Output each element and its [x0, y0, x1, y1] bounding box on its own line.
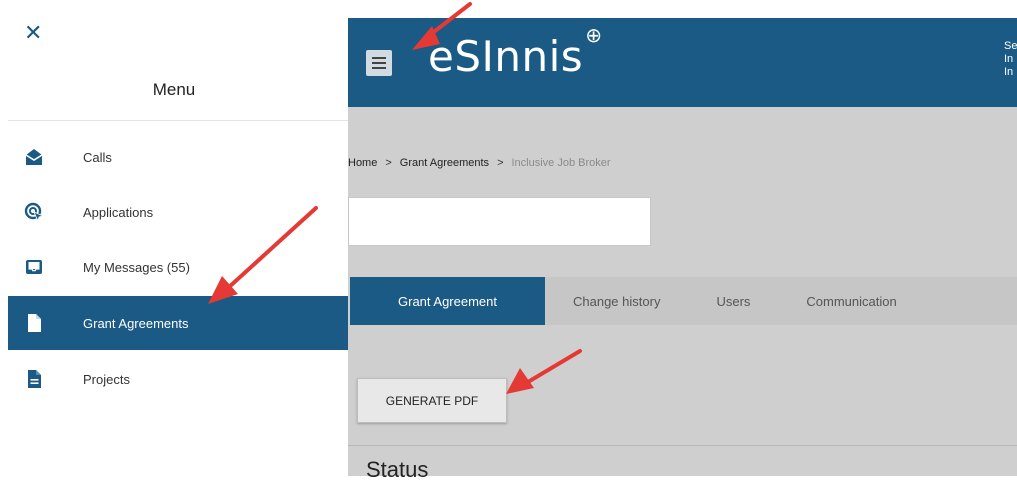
- arrow-to-generate-pdf: [526, 349, 582, 384]
- arrow-to-grant-agreements: [226, 206, 318, 290]
- annotation-arrows: [208, 2, 582, 394]
- arrowhead-grant-agreements: [208, 276, 238, 304]
- page: eSInnis ⊕ Se In In Home > Grant Agreements >…: [0, 0, 1017, 482]
